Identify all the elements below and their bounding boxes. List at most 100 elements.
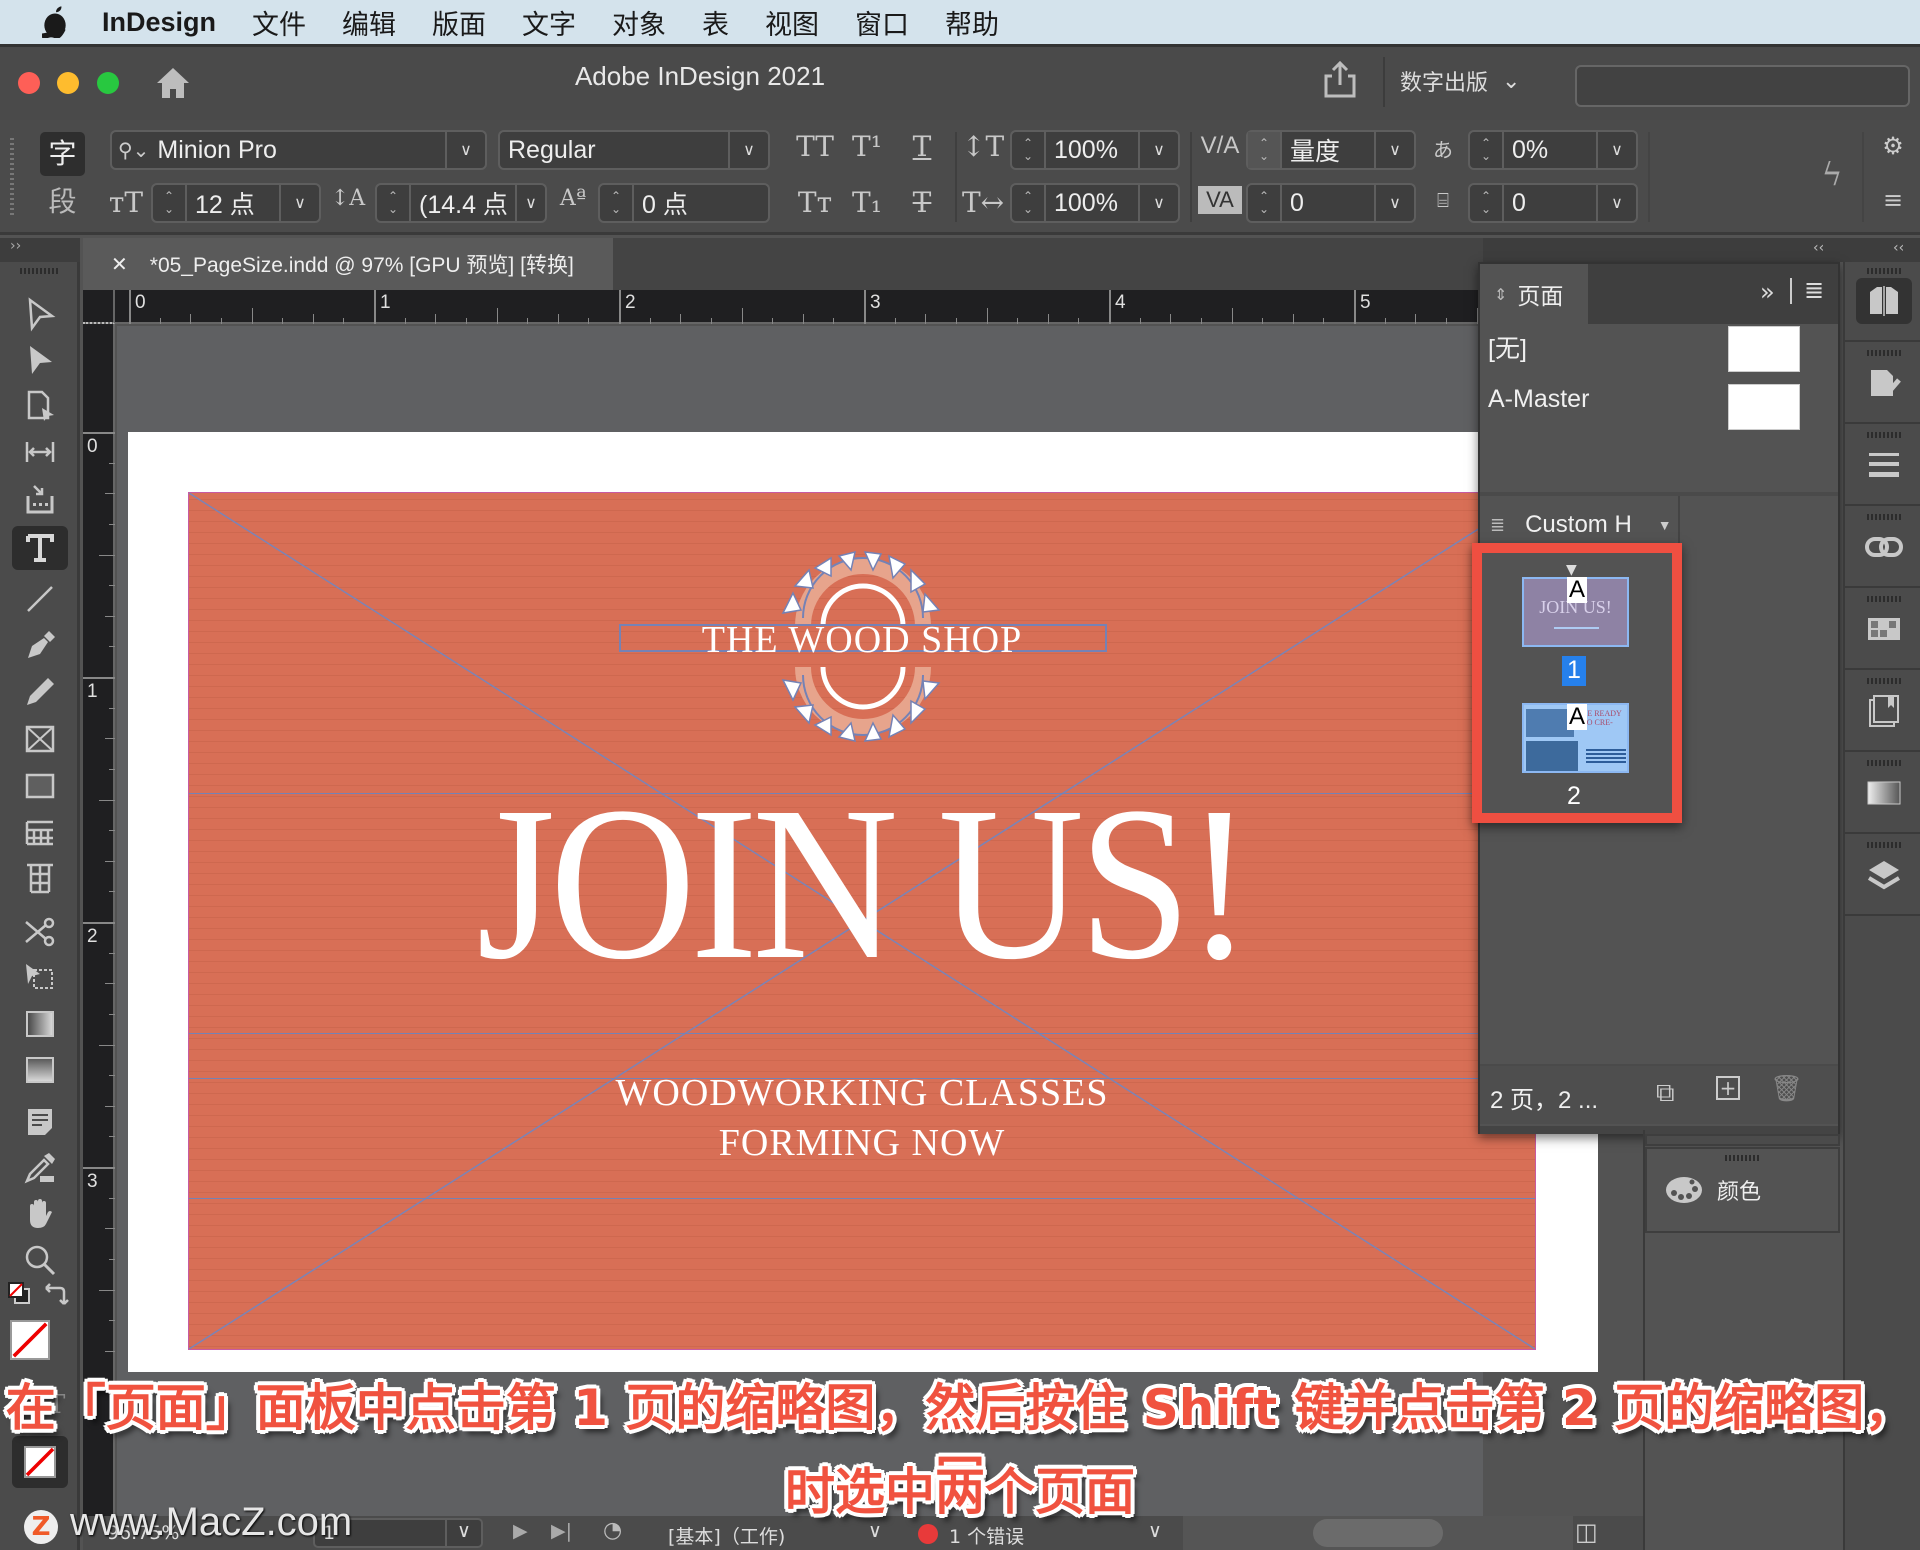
table-tool[interactable] (12, 810, 68, 854)
color-panel-button[interactable]: 颜色 (1645, 1147, 1840, 1233)
menu-file[interactable]: 文件 (252, 3, 306, 42)
collapse-panel-icon[interactable]: » (1760, 278, 1775, 306)
chevron-down-icon[interactable]: ∨ (1596, 132, 1636, 168)
chevron-down-icon[interactable]: ∨ (279, 185, 319, 221)
stepper[interactable]: ⌃ ⌄ (1248, 185, 1282, 221)
subscript-icon[interactable]: T₁ (850, 186, 884, 219)
chevron-down-icon[interactable]: ∨ (1138, 132, 1178, 168)
expand-icon[interactable]: ›› (10, 238, 21, 254)
error-count[interactable]: 1 个错误 (949, 1522, 1024, 1549)
chevron-down-icon[interactable]: ∨ (1138, 185, 1178, 221)
grip-handle[interactable] (10, 138, 14, 218)
pencil-tool[interactable] (12, 670, 68, 714)
quick-apply-icon[interactable]: ϟ (1815, 155, 1849, 193)
chevron-down-icon[interactable]: ∨ (1374, 132, 1414, 168)
superscript-icon[interactable]: T¹ (850, 130, 884, 163)
gear-icon[interactable]: ⚙ (1878, 132, 1908, 160)
fill-swatch[interactable] (10, 1320, 50, 1360)
grip-handle[interactable] (1725, 1155, 1761, 1161)
baseline-shift-field[interactable]: ⌃ ⌄ 0 点 (598, 183, 770, 223)
horizontal-ruler[interactable]: 0 1 2 3 4 5 (83, 290, 1570, 324)
apple-icon[interactable] (42, 6, 68, 38)
panel-resize-handle[interactable] (1480, 1126, 1838, 1134)
headline-text[interactable]: JOIN US! (243, 773, 1481, 993)
kerning-field[interactable]: ⌃ ⌄ 量度 ∨ (1246, 130, 1416, 170)
scissors-tool[interactable] (12, 910, 68, 954)
note-tool[interactable] (12, 1100, 68, 1144)
vertical-scale-field[interactable]: ⌃ ⌄ 100% ∨ (1010, 130, 1180, 170)
dock-gradient[interactable] (1845, 754, 1920, 834)
paragraph-mode-button[interactable]: 段 (40, 180, 85, 224)
gradient-swatch-tool[interactable] (12, 1002, 68, 1046)
menu-type[interactable]: 文字 (522, 3, 576, 42)
menu-window[interactable]: 窗口 (855, 3, 909, 42)
line-tool[interactable] (12, 577, 68, 621)
menu-object[interactable]: 对象 (612, 3, 666, 42)
shop-name-text[interactable]: THE WOOD SHOP (189, 618, 1535, 662)
dock-cc-libraries[interactable] (1845, 344, 1920, 424)
search-input[interactable] (1575, 65, 1910, 107)
menu-help[interactable]: 帮助 (945, 3, 999, 42)
chevron-down-icon[interactable]: ∨ (445, 132, 485, 168)
close-tab-icon[interactable]: ✕ (111, 252, 128, 277)
subline-2-text[interactable]: FORMING NOW (189, 1121, 1535, 1165)
tsume-field[interactable]: ⌃ ⌄ 0% ∨ (1468, 130, 1638, 170)
character-mode-button[interactable]: 字 (40, 132, 85, 176)
dock-bookmarks[interactable] (1845, 672, 1920, 752)
page-2-number[interactable]: 2 (1562, 782, 1586, 812)
document-tab[interactable]: ✕ *05_PageSize.indd @ 97% [GPU 预览] [转换] (83, 238, 613, 290)
master-item-a-master[interactable]: A-Master (1488, 385, 1589, 414)
eyedropper-tool[interactable] (12, 1146, 68, 1190)
grid-spacing-field[interactable]: ⌃ ⌄ 0 ∨ (1468, 183, 1638, 223)
strikethrough-icon[interactable]: T (905, 186, 939, 219)
gradient-feather-tool[interactable] (12, 1048, 68, 1092)
stepper[interactable]: ⌃ ⌄ (377, 185, 411, 221)
page-1-number[interactable]: 1 (1562, 656, 1586, 686)
master-thumbnail[interactable] (1728, 326, 1800, 372)
tracking-field[interactable]: ⌃ ⌄ 0 ∨ (1246, 183, 1416, 223)
menu-table[interactable]: 表 (702, 3, 729, 42)
stepper[interactable]: ⌃ ⌄ (600, 185, 634, 221)
dock-pages[interactable] (1845, 262, 1920, 342)
new-page-icon[interactable]: + (1716, 1076, 1740, 1100)
font-size-field[interactable]: ⌃ ⌄ 12 点 ∨ (151, 183, 321, 223)
collapse-icon[interactable]: ‹‹ (1813, 240, 1824, 256)
zoom-tool[interactable] (12, 1238, 68, 1282)
master-item-none[interactable]: [无] (1488, 329, 1527, 365)
toolbar-collapse-bar[interactable]: ›› (0, 238, 80, 262)
default-fill-stroke-button[interactable] (6, 1280, 36, 1310)
workspace-switcher[interactable]: 数字出版 ⌄ (1400, 65, 1520, 97)
content-collector-tool[interactable] (12, 476, 68, 520)
grip-handle[interactable] (20, 268, 60, 274)
rectangle-tool[interactable] (12, 764, 68, 808)
menu-app-name[interactable]: InDesign (102, 7, 216, 38)
master-thumbnail[interactable] (1728, 384, 1800, 430)
font-style-field[interactable]: Regular ∨ (498, 130, 770, 170)
direct-selection-tool[interactable] (12, 338, 68, 382)
dock-stroke[interactable] (1845, 426, 1920, 506)
dock-links[interactable] (1845, 508, 1920, 588)
preflight-profile[interactable]: [基本]（工作) (668, 1522, 785, 1549)
swap-fill-stroke-button[interactable] (40, 1280, 70, 1310)
pages-tab[interactable]: ⇕ 页面 (1480, 264, 1588, 324)
leading-field[interactable]: ⌃ ⌄ (14.4 点 ∨ (375, 183, 547, 223)
small-caps-icon[interactable]: Tт (795, 186, 835, 219)
stepper[interactable]: ⌃ ⌄ (1470, 185, 1504, 221)
edit-page-size-icon[interactable]: ⧉ (1656, 1078, 1675, 1109)
horizontal-scale-field[interactable]: ⌃ ⌄ 100% ∨ (1010, 183, 1180, 223)
collapse-dock-icon[interactable]: ‹‹ (1893, 240, 1904, 256)
stepper[interactable]: ⌃ ⌄ (1012, 185, 1046, 221)
delete-page-icon[interactable]: 🗑 (1770, 1074, 1803, 1104)
subline-1-text[interactable]: WOODWORKING CLASSES (189, 1071, 1535, 1115)
selection-tool[interactable] (12, 292, 68, 336)
panel-menu-icon[interactable]: ≣ (1804, 276, 1824, 304)
free-transform-tool[interactable] (12, 956, 68, 1000)
all-caps-icon[interactable]: TT (795, 130, 835, 163)
artwork-background[interactable]: THE WOOD SHOP JOIN US! WOODWORKING CLASS… (188, 492, 1536, 1350)
menu-layout[interactable]: 版面 (432, 3, 486, 42)
menu-icon[interactable]: ≡ (1878, 186, 1908, 214)
chevron-down-icon[interactable]: ∨ (1374, 185, 1414, 221)
dock-swatches[interactable] (1845, 590, 1920, 670)
pen-tool[interactable] (12, 624, 68, 668)
ruler-origin[interactable] (83, 290, 115, 324)
